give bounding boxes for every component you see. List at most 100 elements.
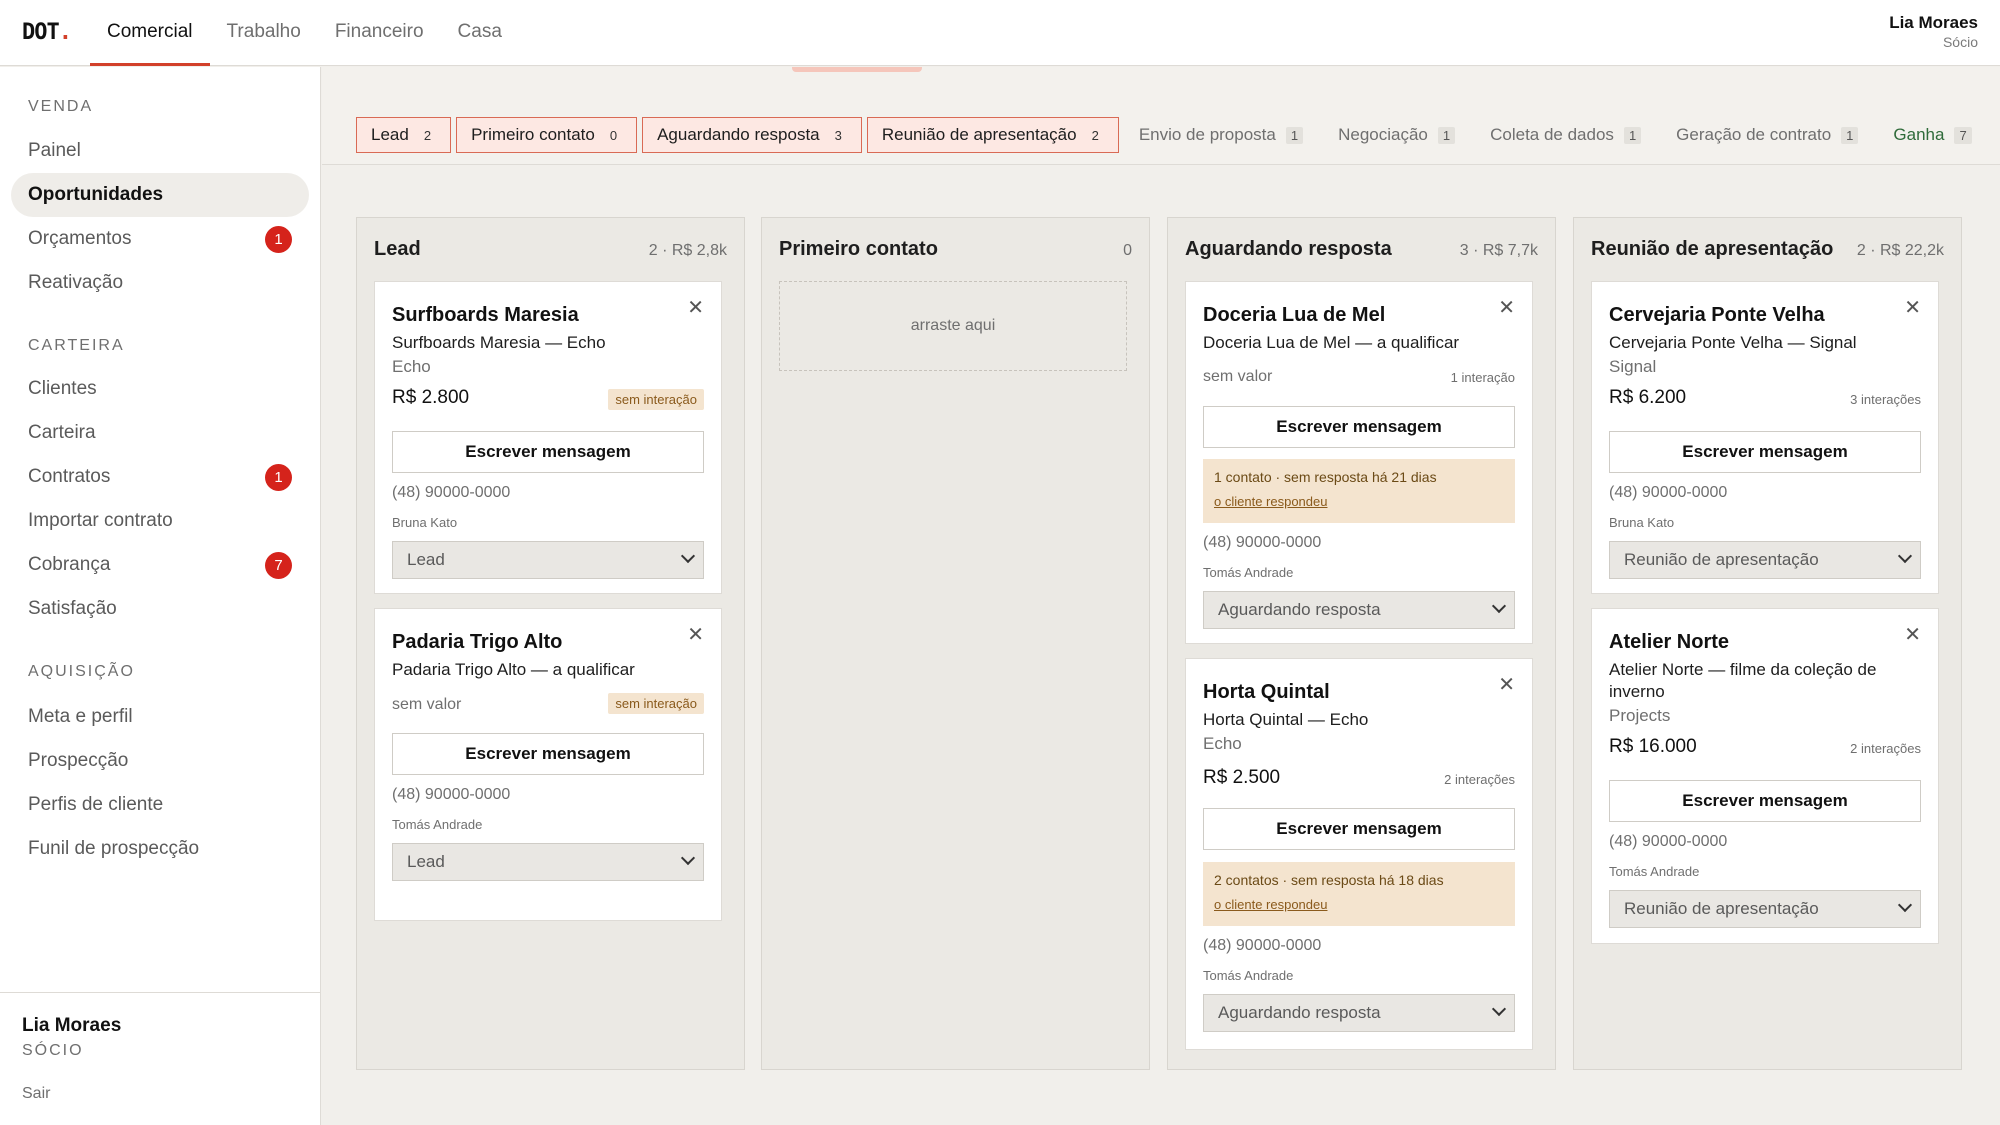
app-logo[interactable]: DOT.	[22, 20, 72, 45]
sidebar-item-satisfacao[interactable]: Satisfação	[11, 587, 309, 631]
column-summary: 3 · R$ 7,7k	[1459, 242, 1538, 259]
card-owner: Bruna Kato	[392, 515, 458, 530]
stage-select[interactable]: Aguardando resposta	[1203, 591, 1515, 629]
stage-filter-primeiro-contato[interactable]: Primeiro contato 0	[456, 117, 638, 153]
card-source: Echo	[392, 357, 431, 376]
write-message-button[interactable]: Escrever mensagem	[1609, 780, 1921, 822]
card-value: R$ 16.000	[1609, 736, 1697, 757]
write-message-button[interactable]: Escrever mensagem	[1203, 808, 1515, 850]
status-chip: sem interação	[608, 693, 704, 714]
card-phone: (48) 90000-0000	[1203, 534, 1322, 551]
stage-filter-aguardando-resposta[interactable]: Aguardando resposta 3	[642, 117, 862, 153]
write-message-button[interactable]: Escrever mensagem	[392, 733, 704, 775]
write-message-button[interactable]: Escrever mensagem	[1203, 406, 1515, 448]
sidebar-item-cobranca[interactable]: Cobrança 7	[11, 543, 309, 587]
notification-badge: 1	[265, 464, 292, 491]
card-phone: (48) 90000-0000	[1609, 484, 1728, 501]
kanban-column-reuniao-de-apresentacao: Reunião de apresentação 2 · R$ 22,2k ✕ C…	[1573, 217, 1962, 1070]
close-icon[interactable]: ✕	[1904, 625, 1921, 645]
sidebar-item-funil-de-prospeccao[interactable]: Funil de prospecção	[11, 827, 309, 871]
card-title: Cervejaria Ponte Velha	[1609, 304, 1825, 326]
sidebar-item-orcamentos[interactable]: Orçamentos 1	[11, 217, 309, 261]
sidebar-item-prospeccao[interactable]: Prospecção	[11, 739, 309, 783]
sidebar-item-contratos[interactable]: Contratos 1	[11, 455, 309, 499]
write-message-button[interactable]: Escrever mensagem	[1609, 431, 1921, 473]
sidebar: VENDA Painel Oportunidades Orçamentos 1 R…	[0, 67, 321, 1125]
stage-filter-negociacao[interactable]: Negociação 1	[1323, 117, 1470, 153]
follow-up-alert: 1 contato · sem resposta há 21 dias o cl…	[1203, 459, 1515, 523]
sidebar-item-importar-contrato[interactable]: Importar contrato	[11, 499, 309, 543]
close-icon[interactable]: ✕	[1904, 298, 1921, 318]
write-message-button[interactable]: Escrever mensagem	[392, 431, 704, 473]
card-source: Projects	[1609, 706, 1671, 725]
section-title-aquisicao: AQUISIÇÃO	[28, 663, 135, 680]
column-summary: 2 · R$ 22,2k	[1856, 242, 1944, 259]
sidebar-item-carteira[interactable]: Carteira	[11, 411, 309, 455]
stage-filter-geracao-de-contrato[interactable]: Geração de contrato 1	[1661, 117, 1873, 153]
tab-financeiro[interactable]: Financeiro	[318, 0, 441, 66]
card-owner: Tomás Andrade	[1609, 864, 1700, 879]
stage-select[interactable]: Lead	[392, 843, 704, 881]
stage-filter-coleta-de-dados[interactable]: Coleta de dados 1	[1475, 117, 1656, 153]
notification-badge: 1	[265, 226, 292, 253]
sidebar-item-perfis-de-cliente[interactable]: Perfis de cliente	[11, 783, 309, 827]
interaction-count: 2 interações	[1850, 741, 1921, 756]
top-bar: DOT. Comercial Trabalho Financeiro Casa …	[0, 0, 2000, 66]
stage-count: 1	[1623, 126, 1642, 144]
stage-count: 7	[1954, 126, 1972, 144]
column-title: Reunião de apresentação	[1591, 238, 1834, 260]
user-role: Sócio	[1942, 34, 1978, 50]
opportunity-card[interactable]: ✕ Cervejaria Ponte Velha Cervejaria Pont…	[1591, 281, 1939, 594]
opportunity-card[interactable]: ✕ Atelier Norte Atelier Norte — filme da…	[1591, 608, 1939, 944]
stage-filter-ganha[interactable]: Ganha 7	[1878, 117, 1986, 153]
close-icon[interactable]: ✕	[1498, 298, 1515, 318]
stage-select[interactable]: Reunião de apresentação	[1609, 541, 1921, 579]
close-icon[interactable]: ✕	[687, 298, 704, 318]
card-source: Signal	[1609, 357, 1657, 376]
section-title-carteira: CARTEIRA	[28, 337, 125, 354]
logout-link[interactable]: Sair	[22, 1085, 50, 1103]
interaction-count: 2 interações	[1444, 772, 1515, 787]
stage-select[interactable]: Lead	[392, 541, 704, 579]
card-subtitle: Cervejaria Ponte Velha — Signal	[1609, 333, 1857, 352]
stage-count: 0	[609, 127, 618, 143]
close-icon[interactable]: ✕	[687, 625, 704, 645]
stage-filter-lead[interactable]: Lead 2	[356, 117, 452, 153]
notification-badge: 7	[265, 552, 292, 579]
stage-filter-reuniao-de-apresentacao[interactable]: Reunião de apresentação 2	[866, 117, 1119, 153]
card-title: Horta Quintal	[1203, 681, 1330, 703]
opportunity-card[interactable]: ✕ Surfboards Maresia Surfboards Maresia …	[374, 281, 722, 594]
card-title: Surfboards Maresia	[392, 304, 579, 326]
user-menu[interactable]: Lia Moraes Sócio	[1889, 13, 1978, 50]
sidebar-item-oportunidades[interactable]: Oportunidades	[11, 173, 309, 217]
opportunity-card[interactable]: ✕ Doceria Lua de Mel Doceria Lua de Mel …	[1185, 281, 1533, 644]
chevron-down-icon	[680, 850, 696, 866]
card-value: R$ 2.500	[1203, 767, 1281, 788]
chevron-down-icon	[1491, 598, 1507, 614]
stage-count: 2	[423, 127, 432, 143]
close-icon[interactable]: ✕	[1498, 675, 1515, 695]
client-replied-link[interactable]: o cliente respondeu	[1214, 897, 1327, 912]
card-value: R$ 2.800	[392, 387, 470, 408]
tab-comercial[interactable]: Comercial	[90, 0, 210, 66]
stage-filter-envio-de-proposta[interactable]: Envio de proposta 1	[1124, 117, 1318, 153]
sidebar-item-meta-e-perfil[interactable]: Meta e perfil	[11, 695, 309, 739]
opportunity-card[interactable]: ✕ Horta Quintal Horta Quintal — Echo Ech…	[1185, 658, 1533, 1050]
card-owner: Bruna Kato	[1609, 515, 1675, 530]
column-title: Primeiro contato	[779, 238, 938, 260]
footer-user-name: Lia Moraes	[22, 1015, 122, 1036]
stage-select[interactable]: Reunião de apresentação	[1609, 890, 1921, 928]
sidebar-item-clientes[interactable]: Clientes	[11, 367, 309, 411]
tab-trabalho[interactable]: Trabalho	[210, 0, 318, 66]
stage-select[interactable]: Aguardando resposta	[1203, 994, 1515, 1032]
tab-casa[interactable]: Casa	[441, 0, 519, 66]
sidebar-item-reativacao[interactable]: Reativação	[11, 261, 309, 305]
stage-count: 1	[1285, 126, 1304, 144]
chevron-down-icon	[1491, 1001, 1507, 1017]
card-value: sem valor	[392, 696, 462, 713]
client-replied-link[interactable]: o cliente respondeu	[1214, 494, 1327, 509]
opportunity-card[interactable]: ✕ Padaria Trigo Alto Padaria Trigo Alto …	[374, 608, 722, 921]
sidebar-item-painel[interactable]: Painel	[11, 129, 309, 173]
card-title: Atelier Norte	[1609, 631, 1730, 653]
drop-zone[interactable]: arraste aqui	[779, 281, 1127, 371]
